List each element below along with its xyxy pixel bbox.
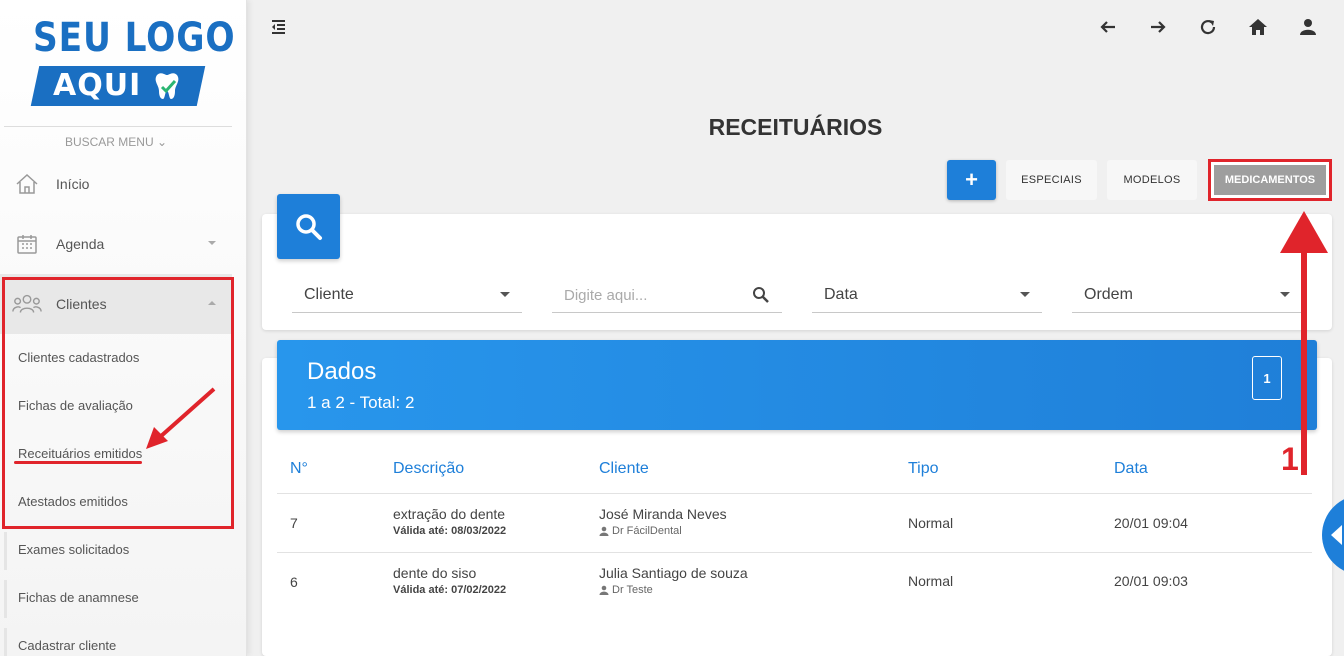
sidebar-item-agenda[interactable]: Agenda bbox=[0, 214, 232, 274]
row-description[interactable]: extração do dente bbox=[393, 506, 505, 522]
row-date: 20/01 09:04 bbox=[1114, 515, 1188, 531]
especiais-button[interactable]: ESPECIAIS bbox=[1006, 160, 1097, 200]
row-client[interactable]: José Miranda Neves bbox=[599, 506, 727, 522]
search-icon[interactable] bbox=[752, 286, 770, 304]
column-header-descricao[interactable]: Descrição bbox=[393, 460, 464, 478]
validity-date: 07/02/2022 bbox=[451, 584, 507, 596]
row-description[interactable]: dente do siso bbox=[393, 565, 476, 581]
search-input[interactable]: Digite aqui... bbox=[552, 278, 782, 313]
submenu-indent-line bbox=[4, 580, 7, 618]
add-button[interactable]: + bbox=[947, 160, 996, 200]
data-header: Dados 1 a 2 - Total: 2 1 bbox=[277, 340, 1317, 430]
doctor-name: Dr Teste bbox=[612, 584, 653, 596]
annotation-number: 1 bbox=[1281, 441, 1299, 477]
medicamentos-button[interactable]: MEDICAMENTOS bbox=[1214, 165, 1326, 195]
row-tipo: Normal bbox=[908, 573, 954, 589]
search-icon bbox=[277, 194, 340, 259]
column-header-tipo[interactable]: Tipo bbox=[908, 460, 939, 478]
sidebar-subitem-cadastrar-cliente[interactable]: Cadastrar cliente bbox=[18, 638, 116, 653]
ordem-select[interactable]: Ordem bbox=[1072, 278, 1302, 313]
chevron-down-icon bbox=[500, 292, 510, 297]
sidebar-divider bbox=[4, 126, 232, 127]
modelos-button[interactable]: MODELOS bbox=[1107, 160, 1197, 200]
annotation-underline bbox=[14, 461, 142, 464]
sidebar: SEU LOGO AQUI BUSCAR MENU ⌄ Início Agend… bbox=[0, 0, 247, 656]
data-select-label: Data bbox=[824, 286, 858, 303]
row-doctor: Dr Teste bbox=[599, 584, 653, 596]
data-title: Dados bbox=[307, 358, 377, 385]
doctor-name: Dr FácilDental bbox=[612, 525, 682, 537]
annotation-arrow-icon bbox=[146, 387, 216, 449]
back-arrow-icon[interactable] bbox=[1096, 15, 1120, 39]
row-num: 6 bbox=[290, 574, 298, 590]
annotation-highlight-medicamentos: MEDICAMENTOS bbox=[1208, 159, 1332, 201]
row-client[interactable]: Julia Santiago de souza bbox=[599, 565, 748, 581]
sidebar-item-label: Agenda bbox=[56, 236, 105, 252]
menu-search[interactable]: BUSCAR MENU ⌄ bbox=[0, 135, 232, 149]
submenu-indent-line bbox=[4, 532, 7, 570]
column-header-num[interactable]: N° bbox=[290, 460, 308, 478]
row-divider bbox=[277, 552, 1312, 553]
sidebar-item-inicio[interactable]: Início bbox=[0, 154, 232, 214]
search-input-placeholder: Digite aqui... bbox=[564, 286, 648, 304]
user-icon[interactable] bbox=[1296, 15, 1320, 39]
row-validity: Válida até: 07/02/2022 bbox=[393, 584, 506, 596]
cliente-select[interactable]: Cliente bbox=[292, 278, 522, 313]
column-header-cliente[interactable]: Cliente bbox=[599, 460, 649, 478]
validity-label: Válida até: bbox=[393, 525, 449, 537]
cliente-select-label: Cliente bbox=[304, 286, 354, 303]
row-num: 7 bbox=[290, 515, 298, 531]
chevron-down-icon bbox=[1020, 292, 1030, 297]
doctor-icon bbox=[599, 526, 609, 536]
collapse-menu-icon[interactable] bbox=[266, 15, 290, 39]
column-header-data[interactable]: Data bbox=[1114, 460, 1148, 478]
data-select[interactable]: Data bbox=[812, 278, 1042, 313]
row-tipo: Normal bbox=[908, 515, 954, 531]
logo-text-bottom: AQUI bbox=[53, 68, 142, 103]
sidebar-subitem-fichas-anamnese[interactable]: Fichas de anamnese bbox=[18, 590, 139, 605]
refresh-icon[interactable] bbox=[1196, 15, 1220, 39]
logo[interactable]: SEU LOGO AQUI bbox=[30, 15, 236, 108]
validity-date: 08/03/2022 bbox=[451, 525, 507, 537]
chevron-left-icon bbox=[1331, 525, 1342, 545]
data-count: 1 a 2 - Total: 2 bbox=[307, 393, 415, 412]
ordem-select-label: Ordem bbox=[1084, 286, 1133, 303]
row-validity: Válida até: 08/03/2022 bbox=[393, 525, 506, 537]
page-title: RECEITUÁRIOS bbox=[708, 114, 883, 140]
logo-text-top: SEU LOGO bbox=[33, 15, 236, 61]
sidebar-item-label: Início bbox=[56, 176, 90, 192]
tooth-icon bbox=[155, 73, 179, 99]
calendar-icon bbox=[12, 229, 42, 259]
submenu-indent-line bbox=[4, 628, 7, 656]
sidebar-subitem-exames-solicitados[interactable]: Exames solicitados bbox=[18, 542, 129, 557]
forward-arrow-icon[interactable] bbox=[1146, 15, 1170, 39]
validity-label: Válida até: bbox=[393, 584, 449, 596]
chevron-down-icon bbox=[208, 241, 216, 245]
row-doctor: Dr FácilDental bbox=[599, 525, 682, 537]
home-icon bbox=[12, 169, 42, 199]
home-icon[interactable] bbox=[1246, 15, 1270, 39]
row-divider bbox=[277, 493, 1312, 494]
row-date: 20/01 09:03 bbox=[1114, 573, 1188, 589]
doctor-icon bbox=[599, 585, 609, 595]
